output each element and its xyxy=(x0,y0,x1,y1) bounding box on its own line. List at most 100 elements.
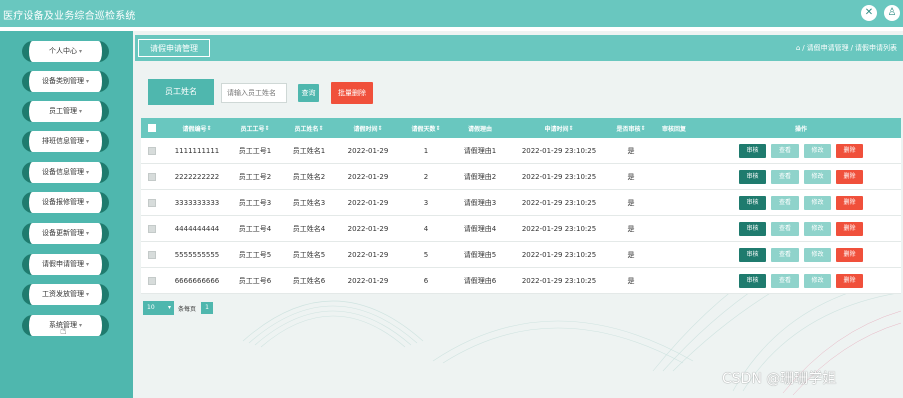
row-checkbox[interactable] xyxy=(141,190,163,215)
apply-time: 2022-01-29 23:10:25 xyxy=(521,198,597,207)
edit-button[interactable]: 修改 xyxy=(804,169,831,184)
employee-name-input[interactable] xyxy=(221,83,287,103)
main-content: 请假申请管理 ⌂/请假申请管理/请假申请列表 员工姓名 查询 批量删除 请假编号… xyxy=(133,31,903,398)
view-button[interactable]: 查看 xyxy=(771,169,799,184)
leave-reason: 请假理由5 xyxy=(463,250,497,259)
edit-button[interactable]: 修改 xyxy=(804,195,831,210)
sidebar-item-device-repair[interactable]: 设备报修管理 ▾ xyxy=(22,192,109,213)
sidebar-item-device-category[interactable]: 设备类别管理 ▾ xyxy=(22,71,109,92)
apply-time: 2022-01-29 23:10:25 xyxy=(521,146,597,155)
view-button[interactable]: 查看 xyxy=(771,273,799,288)
audit-button[interactable]: 审核 xyxy=(739,143,766,158)
page-size-select[interactable]: 10 ▾ xyxy=(143,301,174,315)
page-number-button[interactable]: 1 xyxy=(201,302,213,314)
row-actions: 审核 查看 修改 删除 xyxy=(701,242,901,267)
sidebar-item-schedule[interactable]: 排班信息管理 ▾ xyxy=(22,131,109,152)
batch-delete-button[interactable]: 批量删除 xyxy=(331,82,373,104)
row-checkbox[interactable] xyxy=(141,216,163,241)
employee-no: 员工工号3 xyxy=(238,198,272,207)
chevron-down-icon: ▾ xyxy=(85,138,89,145)
leave-id: 1111111111 xyxy=(174,146,220,155)
home-icon[interactable]: ⌂ xyxy=(796,44,800,52)
audit-button[interactable]: 审核 xyxy=(739,273,766,288)
column-header[interactable]: 员工姓名 ⇕ xyxy=(283,118,335,138)
view-button[interactable]: 查看 xyxy=(771,143,799,158)
delete-button[interactable]: 删除 xyxy=(836,143,863,158)
edit-button[interactable]: 修改 xyxy=(804,273,831,288)
column-header[interactable]: 请假天数 ⇕ xyxy=(401,118,451,138)
table-row: 2222222222 员工工号2 员工姓名2 2022-01-29 2 请假理由… xyxy=(141,164,901,190)
query-button[interactable]: 查询 xyxy=(298,84,319,102)
leave-reason: 请假理由4 xyxy=(463,224,497,233)
sidebar-item-device-info[interactable]: 设备信息管理 ▾ xyxy=(22,162,109,183)
sidebar-item-device-update[interactable]: 设备更新管理 ▾ xyxy=(22,223,109,244)
reviewed-status: 是 xyxy=(627,250,635,259)
leave-days: 5 xyxy=(423,250,429,259)
column-header[interactable]: 员工工号 ⇕ xyxy=(229,118,281,138)
review-reply xyxy=(653,242,695,267)
column-header[interactable]: 请假时间 ⇕ xyxy=(337,118,399,138)
reviewed-status: 是 xyxy=(627,276,635,285)
delete-button[interactable]: 删除 xyxy=(836,169,863,184)
employee-name: 员工姓名5 xyxy=(292,250,326,259)
edit-button[interactable]: 修改 xyxy=(804,143,831,158)
audit-button[interactable]: 审核 xyxy=(739,169,766,184)
leave-id: 2222222222 xyxy=(174,172,220,181)
sidebar-item-salary[interactable]: 工资发放管理 ▾ xyxy=(22,284,109,305)
column-header[interactable]: 请假编号 ⇕ xyxy=(167,118,227,138)
employee-no: 员工工号4 xyxy=(238,224,272,233)
chevron-down-icon: ▾ xyxy=(85,291,89,298)
top-bar: 医疗设备及业务综合巡检系统 ✕ ♙ xyxy=(0,0,903,27)
leave-reason: 请假理由3 xyxy=(463,198,497,207)
column-header: 操作 xyxy=(794,125,807,133)
sidebar-item-leave-request[interactable]: 请假申请管理 ▾ xyxy=(22,254,109,275)
view-button[interactable]: 查看 xyxy=(771,195,799,210)
employee-no: 员工工号2 xyxy=(238,172,272,181)
chevron-down-icon: ▾ xyxy=(85,169,89,176)
column-header[interactable]: 是否审核 ⇕ xyxy=(611,118,651,138)
column-header[interactable]: 申请时间 ⇕ xyxy=(509,118,609,138)
delete-button[interactable]: 删除 xyxy=(836,195,863,210)
column-header: 请假理由 xyxy=(467,125,492,133)
employee-name: 员工姓名4 xyxy=(292,224,326,233)
edit-button[interactable]: 修改 xyxy=(804,247,831,262)
user-icon[interactable]: ♙ xyxy=(884,5,900,21)
row-checkbox[interactable] xyxy=(141,242,163,267)
row-checkbox[interactable] xyxy=(141,268,163,293)
delete-button[interactable]: 删除 xyxy=(836,273,863,288)
search-label: 员工姓名 xyxy=(148,79,214,105)
sidebar-item-label: 设备更新管理 xyxy=(41,229,84,237)
close-icon[interactable]: ✕ xyxy=(861,5,877,21)
view-button[interactable]: 查看 xyxy=(771,221,799,236)
sidebar-item-label: 员工管理 xyxy=(48,107,77,115)
leave-days: 6 xyxy=(423,276,429,285)
leave-days: 2 xyxy=(423,172,429,181)
sidebar-item-personal-center[interactable]: 个人中心 ▾ xyxy=(22,41,109,62)
sidebar-item-label: 设备信息管理 xyxy=(41,168,84,176)
row-checkbox[interactable] xyxy=(141,138,163,163)
select-all-checkbox[interactable] xyxy=(141,118,163,138)
breadcrumb-item: 请假申请列表 xyxy=(855,44,897,52)
reviewed-status: 是 xyxy=(627,146,635,155)
reviewed-status: 是 xyxy=(627,224,635,233)
leave-reason: 请假理由6 xyxy=(463,276,497,285)
audit-button[interactable]: 审核 xyxy=(739,247,766,262)
tab-leave-request[interactable]: 请假申请管理 xyxy=(138,39,210,57)
audit-button[interactable]: 审核 xyxy=(739,195,766,210)
table-row: 4444444444 员工工号4 员工姓名4 2022-01-29 4 请假理由… xyxy=(141,216,901,242)
sidebar: 个人中心 ▾ 设备类别管理 ▾ 员工管理 ▾ 排班信息管理 ▾ 设备信息管理 ▾ 设备报修… xyxy=(0,31,133,398)
chevron-down-icon: ▾ xyxy=(85,261,89,268)
app-title: 医疗设备及业务综合巡检系统 xyxy=(3,11,136,22)
review-reply xyxy=(653,216,695,241)
edit-button[interactable]: 修改 xyxy=(804,221,831,236)
delete-button[interactable]: 删除 xyxy=(836,247,863,262)
sidebar-item-employee[interactable]: 员工管理 ▾ xyxy=(22,101,109,122)
leave-request-table: 请假编号 ⇕ 员工工号 ⇕ 员工姓名 ⇕ 请假时间 ⇕ 请假天数 ⇕ 请假理由 申请时间 ⇕… xyxy=(141,118,901,294)
row-checkbox[interactable] xyxy=(141,164,163,189)
delete-button[interactable]: 删除 xyxy=(836,221,863,236)
breadcrumb-item[interactable]: 请假申请管理 xyxy=(807,44,849,52)
audit-button[interactable]: 审核 xyxy=(739,221,766,236)
view-button[interactable]: 查看 xyxy=(771,247,799,262)
sidebar-item-label: 工资发放管理 xyxy=(41,290,84,298)
chevron-down-icon: ▾ xyxy=(85,230,89,237)
